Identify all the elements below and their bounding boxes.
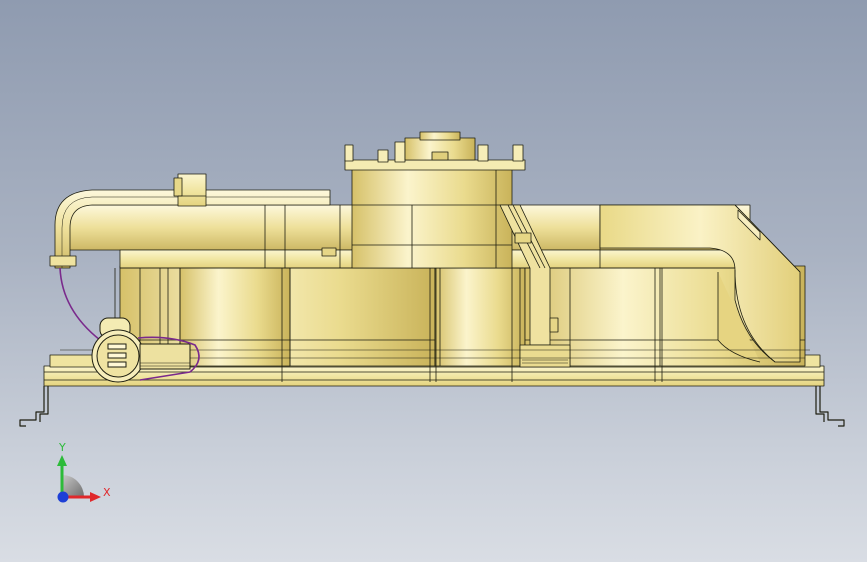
y-arrowhead xyxy=(57,455,67,466)
z-axis-dot xyxy=(57,491,69,503)
fan-shroud-model[interactable] xyxy=(0,0,867,562)
mounting-bracket-right xyxy=(815,386,845,427)
pipe-clip xyxy=(173,173,207,207)
coordinate-triad xyxy=(57,455,101,503)
model-geometry xyxy=(19,131,845,427)
bolt-1 xyxy=(321,247,337,257)
bolt-2 xyxy=(549,317,559,333)
motor-housing xyxy=(344,131,526,269)
fan-housing-center xyxy=(434,261,526,367)
x-arrowhead xyxy=(90,492,101,502)
graphics-viewport[interactable]: Y X xyxy=(0,0,867,562)
y-axis-label: Y xyxy=(59,441,66,454)
mounting-bracket-left xyxy=(19,386,49,427)
x-axis-label: X xyxy=(103,486,111,499)
motor-cap xyxy=(344,131,524,163)
